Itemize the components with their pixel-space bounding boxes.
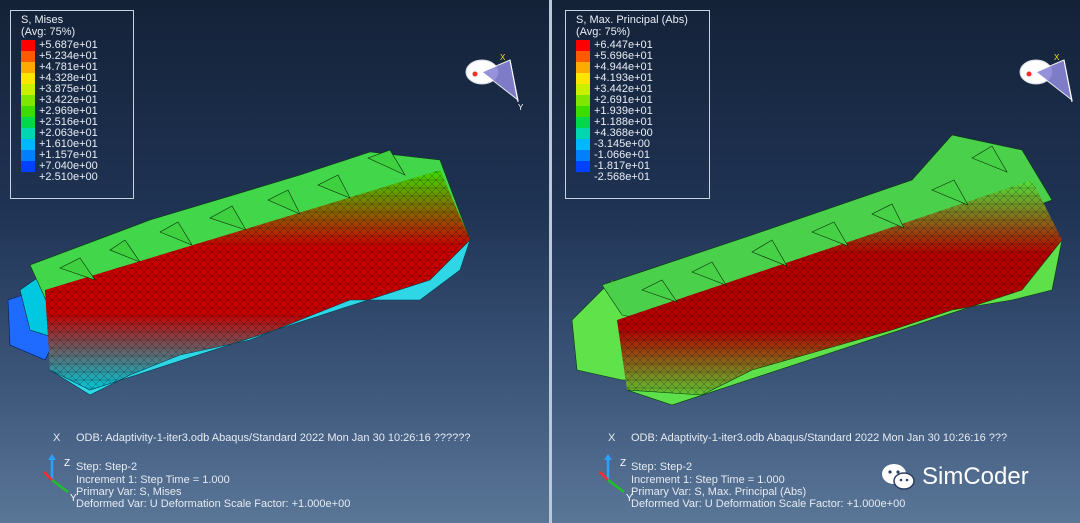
legend-swatch: [21, 84, 35, 95]
legend-swatch: [576, 161, 590, 172]
legend-swatch: [21, 161, 35, 172]
deformed-var-label: Deformed Var: U Deformation Scale Factor…: [631, 498, 906, 510]
legend-swatch: [21, 150, 35, 161]
legend-swatch: [576, 51, 590, 62]
brand-name: SimCoder: [922, 463, 1029, 490]
legend-row: -2.568e+01: [576, 172, 699, 183]
legend-swatch: [576, 139, 590, 150]
primary-var-label: Primary Var: S, Mises: [76, 486, 182, 498]
abaqus-viewer: S, Mises (Avg: 75%) +5.687e+01 +5.234e+01…: [0, 0, 1080, 523]
viewport-mises[interactable]: S, Mises (Avg: 75%) +5.687e+01 +5.234e+01…: [0, 0, 551, 523]
triad-z-label: Z: [64, 458, 70, 469]
legend-value: +2.510e+00: [39, 171, 98, 183]
triad-y-label: Y: [70, 493, 77, 502]
legend-swatch: [21, 51, 35, 62]
legend-title: S, Max. Principal (Abs): [576, 14, 688, 26]
legend-swatch: [21, 139, 35, 150]
legend-swatch: [576, 128, 590, 139]
view-orientation-glyph: X: [1019, 53, 1073, 103]
increment-label: Increment 1: Step Time = 1.000: [631, 474, 785, 486]
legend-rows: +6.447e+01 +5.696e+01 +4.944e+01 +4.193e+01…: [576, 40, 699, 183]
triad-x-label: X: [53, 432, 61, 444]
watermark: SimCoder: [880, 462, 1029, 492]
wechat-icon: [882, 464, 915, 490]
legend-rows: +5.687e+01 +5.234e+01 +4.781e+01 +4.328e+01…: [21, 40, 123, 183]
legend-swatch: [576, 73, 590, 84]
legend-swatch: [576, 84, 590, 95]
legend-row: +2.510e+00: [21, 172, 123, 183]
contour-legend: S, Mises (Avg: 75%) +5.687e+01 +5.234e+01…: [10, 10, 134, 199]
deformed-var-label: Deformed Var: U Deformation Scale Factor…: [76, 498, 351, 510]
legend-swatch: [21, 40, 35, 51]
triad-z-label: Z: [620, 458, 626, 469]
legend-swatch: [21, 128, 35, 139]
orient-y-label: Y: [518, 103, 524, 110]
axis-triad: Z Y: [599, 454, 633, 502]
legend-averaging: (Avg: 75%): [21, 26, 76, 38]
legend-swatch: [576, 95, 590, 106]
triad-y-label: Y: [626, 493, 633, 502]
increment-label: Increment 1: Step Time = 1.000: [76, 474, 230, 486]
odb-info-line: ODB: Adaptivity-1-iter3.odb Abaqus/Stand…: [76, 432, 471, 444]
legend-swatch: [576, 40, 590, 51]
legend-title: S, Mises: [21, 14, 64, 26]
legend-swatch: [21, 106, 35, 117]
odb-info-line: ODB: Adaptivity-1-iter3.odb Abaqus/Stand…: [631, 432, 1008, 444]
step-label: Step: Step-2: [76, 461, 138, 473]
viewport-max-principal[interactable]: S, Max. Principal (Abs) (Avg: 75%) +6.44…: [552, 0, 1080, 523]
legend-swatch: [21, 95, 35, 106]
legend-swatch: [21, 73, 35, 84]
legend-swatch: [576, 62, 590, 73]
legend-swatch: [576, 150, 590, 161]
primary-var-label: Primary Var: S, Max. Principal (Abs): [631, 486, 807, 498]
legend-swatch-spacer: [576, 172, 590, 183]
legend-swatch: [21, 117, 35, 128]
legend-swatch-spacer: [21, 172, 35, 183]
triad-x-label: X: [608, 432, 616, 444]
legend-swatch: [576, 117, 590, 128]
legend-value: -2.568e+01: [594, 171, 650, 183]
contour-legend: S, Max. Principal (Abs) (Avg: 75%) +6.44…: [565, 10, 710, 199]
step-label: Step: Step-2: [631, 461, 693, 473]
view-orientation-glyph: X Y: [465, 53, 524, 110]
legend-averaging: (Avg: 75%): [576, 26, 631, 38]
orient-x-label: X: [500, 53, 506, 62]
legend-swatch: [576, 106, 590, 117]
legend-swatch: [21, 62, 35, 73]
axis-triad: Z Y: [43, 454, 77, 502]
orient-x-label: X: [1054, 53, 1060, 62]
